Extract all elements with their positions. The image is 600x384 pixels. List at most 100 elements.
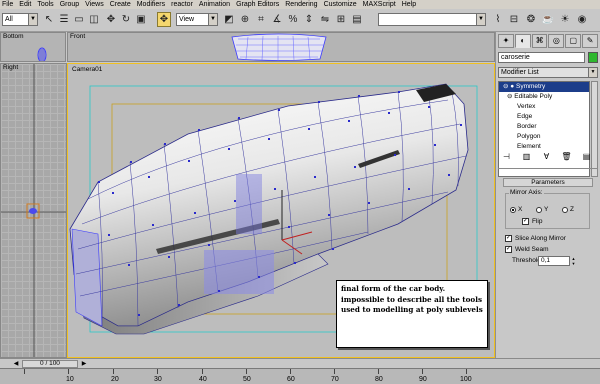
pin-stack-icon[interactable]: ⊣ (498, 150, 515, 164)
hierarchy-tab-icon[interactable]: ⌘ (531, 34, 548, 48)
menu-reactor[interactable]: reactor (171, 0, 193, 9)
menu-maxscript[interactable]: MAXScript (363, 0, 396, 9)
tick-label-30: 30 (154, 376, 162, 383)
flip-checkbox[interactable]: ✓ Flip (522, 218, 542, 225)
create-tab-icon[interactable]: ✦ (498, 34, 514, 48)
modifier-list-dropdown[interactable]: Modifier List ▼ (498, 67, 598, 78)
object-color-swatch[interactable] (588, 52, 598, 63)
track-bar-ruler[interactable]: 10 20 30 40 50 60 70 80 90 100 (0, 368, 600, 384)
tick-mark (378, 369, 379, 374)
stack-item-vertex[interactable]: Vertex (499, 102, 589, 112)
named-selection-dropdown[interactable]: ▼ (378, 13, 486, 26)
viewport-right[interactable]: Right (0, 63, 67, 358)
snap-icon[interactable]: ⌗ (254, 12, 268, 27)
motion-tab-icon[interactable]: ◎ (548, 34, 565, 48)
stack-item-symmetry[interactable]: ⊖ ● Symmetry (499, 82, 589, 92)
select-scale-icon[interactable]: ▣ (134, 12, 148, 27)
weld-seam-checkbox[interactable]: ✓ Weld Seam (505, 246, 548, 253)
tick-label-40: 40 (199, 376, 207, 383)
tick-mark (157, 369, 158, 374)
stack-item-polygon[interactable]: Polygon (499, 132, 589, 142)
viewport-bottom[interactable]: Bottom (0, 32, 66, 62)
chevron-down-icon: ▼ (588, 68, 597, 77)
menu-modifiers[interactable]: Modifiers (137, 0, 165, 9)
menu-file[interactable]: File (2, 0, 13, 9)
axis-z-radio[interactable]: Z (562, 206, 574, 213)
menu-edit[interactable]: Edit (19, 0, 31, 9)
make-unique-icon[interactable]: ∀ (538, 150, 555, 164)
show-end-result-icon[interactable]: ▥ (518, 150, 535, 164)
prev-frame-icon[interactable]: ◀ (12, 360, 20, 368)
parameters-rollout-header[interactable]: Parameters (503, 178, 593, 187)
axis-y-radio[interactable]: Y (536, 206, 548, 213)
menu-customize[interactable]: Customize (324, 0, 357, 9)
menu-graph-editors[interactable]: Graph Editors (236, 0, 279, 9)
curve-editor-icon[interactable]: ⌇ (491, 12, 505, 27)
slice-along-mirror-checkbox[interactable]: ✓ Slice Along Mirror (505, 235, 566, 242)
radio-dot-icon (536, 206, 542, 213)
window-crossing-icon[interactable]: ◫ (87, 12, 101, 27)
menu-rendering[interactable]: Rendering (285, 0, 317, 9)
manipulate-icon[interactable]: ⊕ (238, 12, 252, 27)
divider (498, 168, 598, 169)
chevron-down-icon: ▼ (208, 14, 217, 25)
remove-modifier-icon[interactable]: 🗑 (558, 150, 575, 164)
mirror-icon[interactable]: ⇋ (318, 12, 332, 27)
rect-region-icon[interactable]: ▭ (72, 12, 86, 27)
command-panel-tabs: ✦ ◐ ⌘ ◎ ▢ ✎ (498, 34, 599, 48)
checkmark-icon: ✓ (522, 218, 529, 225)
pivot-icon[interactable]: ◩ (222, 12, 236, 27)
tick-label-100: 100 (460, 376, 472, 383)
radio-dot-icon (562, 206, 568, 213)
time-slider[interactable]: 0 / 100 (22, 360, 78, 368)
align-icon[interactable]: ⊞ (334, 12, 348, 27)
modify-tab-icon[interactable]: ◐ (514, 34, 531, 48)
axis-x-radio[interactable]: X (510, 206, 522, 213)
chevron-down-icon: ▼ (28, 14, 37, 25)
angle-snap-icon[interactable]: ∡ (270, 12, 284, 27)
reference-coord-value: View (179, 16, 195, 23)
menu-tools[interactable]: Tools (37, 0, 53, 9)
percent-snap-icon[interactable]: % (286, 12, 300, 27)
viewport-front[interactable]: Front (67, 32, 495, 62)
render-scene-icon[interactable]: ☕ (541, 12, 555, 27)
tick-mark (24, 369, 25, 374)
threshold-label: Threshold (512, 257, 541, 264)
menu-animation[interactable]: Animation (199, 0, 230, 9)
time-bar: ◀ 0 / 100 ▶ (0, 358, 600, 368)
mirror-axis-group: Mirror Axis: X Y Z ✓ Flip (505, 189, 590, 229)
schematic-icon[interactable]: ⊟ (507, 12, 521, 27)
configure-sets-icon[interactable]: ▤ (578, 150, 595, 164)
selection-filter-dropdown[interactable]: All ▼ (2, 13, 38, 26)
select-move-active-icon[interactable]: ✥ (157, 12, 171, 27)
threshold-input[interactable]: 0,1 (538, 256, 570, 266)
stack-item-editable-poly[interactable]: ⊖ Editable Poly (499, 92, 589, 102)
next-frame-icon[interactable]: ▶ (80, 360, 88, 368)
utilities-tab-icon[interactable]: ✎ (582, 34, 598, 48)
menu-group[interactable]: Group (60, 0, 79, 9)
material-editor-icon[interactable]: ❂ (524, 12, 538, 27)
display-tab-icon[interactable]: ▢ (565, 34, 582, 48)
select-move-icon[interactable]: ✥ (104, 12, 118, 27)
tick-mark (422, 369, 423, 374)
menu-views[interactable]: Views (85, 0, 104, 9)
reference-coord-dropdown[interactable]: View ▼ (176, 13, 218, 26)
select-rotate-icon[interactable]: ↻ (119, 12, 133, 27)
render-last-icon[interactable]: ◉ (575, 12, 589, 27)
max-application-window: File Edit Tools Group Views Create Modif… (0, 0, 600, 384)
select-by-name-icon[interactable]: ☰ (57, 12, 71, 27)
menu-help[interactable]: Help (402, 0, 416, 9)
radio-dot-icon (510, 206, 516, 213)
stack-item-edge[interactable]: Edge (499, 112, 589, 122)
object-name-field[interactable]: caroserie (498, 52, 585, 63)
select-icon[interactable]: ↖ (42, 12, 56, 27)
chevron-down-icon: ▼ (476, 14, 485, 25)
menu-create[interactable]: Create (110, 0, 131, 9)
tick-label-60: 60 (287, 376, 295, 383)
stack-item-border[interactable]: Border (499, 122, 589, 132)
layer-icon[interactable]: ▤ (350, 12, 364, 27)
tick-label-20: 20 (111, 376, 119, 383)
quick-render-icon[interactable]: ☀ (558, 12, 572, 27)
spinner-snap-icon[interactable]: ⇕ (302, 12, 316, 27)
threshold-spinner-icon[interactable]: ▲ ▼ (571, 256, 576, 266)
